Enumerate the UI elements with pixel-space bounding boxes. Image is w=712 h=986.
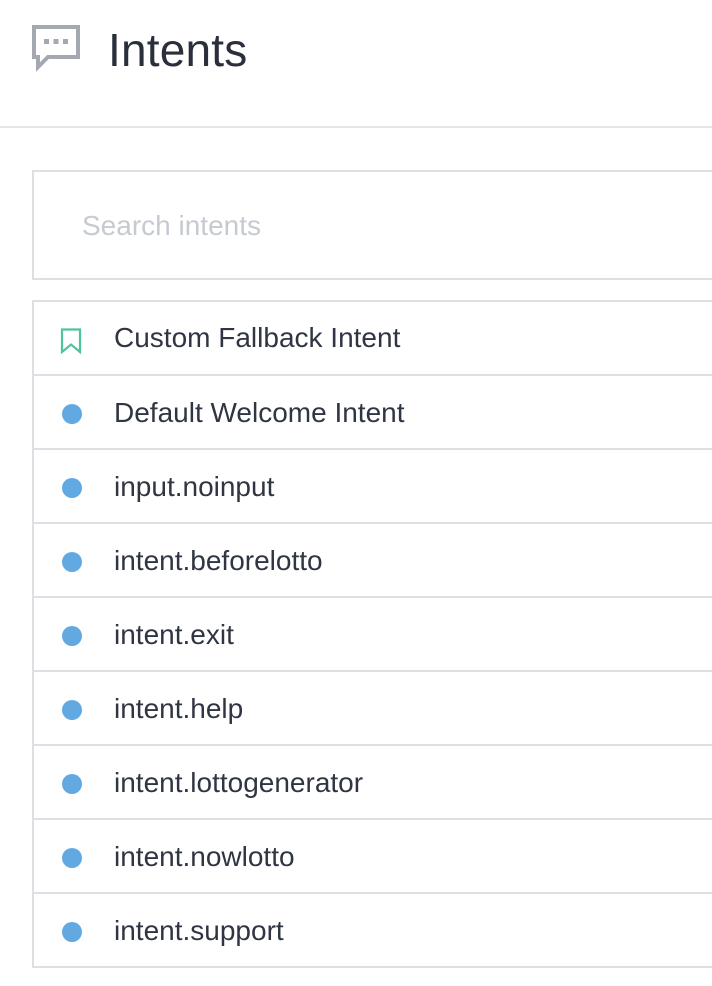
intent-label: input.noinput: [114, 471, 275, 502]
search-input[interactable]: [82, 198, 642, 254]
intent-label: intent.exit: [114, 619, 234, 650]
intent-label: intent.beforelotto: [114, 545, 323, 576]
intent-list: Custom Fallback Intent Default Welcome I…: [32, 300, 712, 968]
intent-label: Default Welcome Intent: [114, 397, 405, 428]
intent-row-beforelotto[interactable]: intent.beforelotto: [34, 522, 712, 596]
search-box[interactable]: [32, 170, 712, 280]
intent-row-lottogenerator[interactable]: intent.lottogenerator: [34, 744, 712, 818]
dot-icon: [62, 774, 82, 794]
intent-row-custom-fallback[interactable]: Custom Fallback Intent: [34, 302, 712, 374]
intent-label: intent.lottogenerator: [114, 767, 364, 798]
page-header: Intents: [0, 0, 712, 128]
chat-bubble-icon: [32, 25, 80, 72]
dot-icon: [62, 848, 82, 868]
dot-icon: [62, 700, 82, 720]
dot-icon: [62, 922, 82, 942]
dot-icon: [62, 404, 82, 424]
bookmark-icon: [60, 328, 82, 354]
dot-icon: [62, 552, 82, 572]
intent-row-exit[interactable]: intent.exit: [34, 596, 712, 670]
intent-row-default-welcome[interactable]: Default Welcome Intent: [34, 374, 712, 448]
intent-label: intent.support: [114, 915, 284, 946]
dot-icon: [62, 478, 82, 498]
intent-row-input-noinput[interactable]: input.noinput: [34, 448, 712, 522]
page-title: Intents: [108, 24, 248, 76]
dot-icon: [62, 626, 82, 646]
intent-row-support[interactable]: intent.support: [34, 892, 712, 966]
intent-label: Custom Fallback Intent: [114, 322, 401, 353]
intent-label: intent.nowlotto: [114, 841, 295, 872]
intent-row-nowlotto[interactable]: intent.nowlotto: [34, 818, 712, 892]
intent-label: intent.help: [114, 693, 244, 724]
intent-row-help[interactable]: intent.help: [34, 670, 712, 744]
